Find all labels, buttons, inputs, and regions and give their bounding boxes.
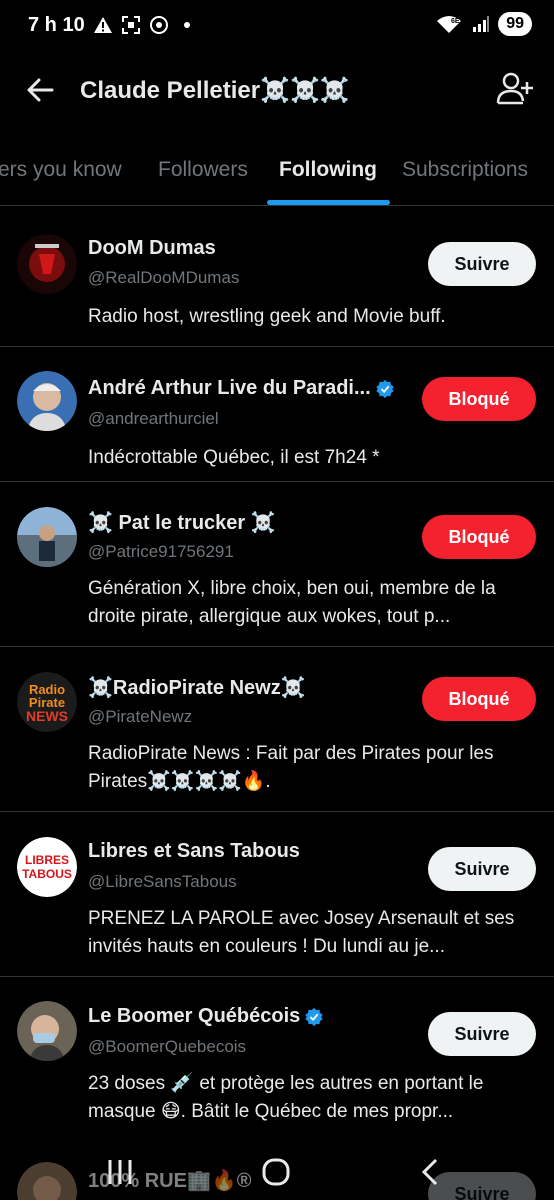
- back-nav-icon[interactable]: [412, 1152, 452, 1192]
- follow-button[interactable]: Suivre: [428, 847, 536, 891]
- account-handle[interactable]: @andrearthurciel: [88, 409, 219, 429]
- dot-icon: [176, 14, 198, 36]
- tab-following[interactable]: Following: [279, 158, 377, 182]
- list-item[interactable]: Radio Pirate NEWS ☠️RadioPirate Newz☠️ @Pi…: [0, 647, 554, 812]
- tab-followers-you-know[interactable]: ers you know: [0, 158, 122, 182]
- svg-text:LIBRES: LIBRES: [25, 853, 69, 867]
- account-bio: Radio host, wrestling geek and Movie buf…: [88, 306, 446, 327]
- account-bio: Génération X, libre choix, ben oui, memb…: [88, 578, 496, 627]
- account-bio: Indécrottable Québec, il est 7h24 *: [88, 447, 380, 468]
- list-item[interactable]: Le Boomer Québécois @BoomerQuebecois 23 …: [0, 977, 554, 1142]
- account-name[interactable]: ☠️RadioPirate Newz☠️: [88, 675, 306, 700]
- tab-followers[interactable]: Followers: [158, 158, 248, 182]
- back-arrow-icon[interactable]: [22, 72, 58, 108]
- account-bio: RadioPirate News : Fait par des Pirates …: [88, 743, 494, 792]
- list-item[interactable]: DooM Dumas @RealDooMDumas Radio host, wr…: [0, 207, 554, 347]
- avatar[interactable]: [17, 1001, 77, 1061]
- avatar[interactable]: [17, 371, 77, 431]
- svg-text:NEWS: NEWS: [26, 708, 68, 724]
- status-time: 7 h 10: [28, 14, 85, 36]
- status-system-icons: 6E 99: [434, 12, 532, 36]
- active-tab-indicator: [267, 200, 390, 205]
- account-handle[interactable]: @LibreSansTabous: [88, 872, 237, 892]
- blocked-button[interactable]: Bloqué: [422, 677, 536, 721]
- account-name[interactable]: ☠️ Pat le trucker ☠️: [88, 510, 276, 535]
- account-handle[interactable]: @RealDooMDumas: [88, 268, 239, 288]
- warning-icon: [92, 14, 114, 36]
- account-bio: PRENEZ LA PAROLE avec Josey Arsenault et…: [88, 908, 515, 957]
- signal-icon: [470, 13, 492, 35]
- account-handle[interactable]: @BoomerQuebecois: [88, 1037, 246, 1057]
- avatar[interactable]: [17, 234, 77, 294]
- account-bio: 23 doses 💉 et protège les autres en port…: [88, 1073, 484, 1122]
- status-bar: 7 h 10 6E 99: [0, 0, 554, 52]
- verified-badge-icon: [376, 379, 394, 398]
- avatar[interactable]: [17, 507, 77, 567]
- avatar[interactable]: Radio Pirate NEWS: [17, 672, 77, 732]
- account-name[interactable]: DooM Dumas: [88, 237, 216, 260]
- account-name[interactable]: Libres et Sans Tabous: [88, 840, 300, 863]
- follow-button[interactable]: Suivre: [428, 242, 536, 286]
- status-notification-icons: [92, 14, 198, 36]
- svg-text:6E: 6E: [451, 18, 460, 25]
- system-navigation-bar: [0, 1140, 554, 1200]
- add-user-icon[interactable]: [496, 70, 534, 108]
- svg-text:TABOUS: TABOUS: [22, 867, 72, 881]
- tab-subscriptions[interactable]: Subscriptions: [402, 158, 528, 182]
- recent-apps-icon[interactable]: [100, 1152, 140, 1192]
- list-item[interactable]: André Arthur Live du Paradi... @andreart…: [0, 347, 554, 482]
- follow-tabs: ers you know Followers Following Subscri…: [0, 140, 554, 206]
- following-list: DooM Dumas @RealDooMDumas Radio host, wr…: [0, 207, 554, 1142]
- list-item[interactable]: ☠️ Pat le trucker ☠️ @Patrice91756291 Gé…: [0, 482, 554, 647]
- blocked-button[interactable]: Bloqué: [422, 377, 536, 421]
- battery-indicator: 99: [498, 12, 532, 36]
- follow-button[interactable]: Suivre: [428, 1012, 536, 1056]
- avatar[interactable]: LIBRES TABOUS: [17, 837, 77, 897]
- account-handle[interactable]: @Patrice91756291: [88, 542, 234, 562]
- screenshot-icon: [120, 14, 142, 36]
- list-item[interactable]: LIBRES TABOUS Libres et Sans Tabous @Libr…: [0, 812, 554, 977]
- chrome-icon: [148, 14, 170, 36]
- page-title: Claude Pelletier☠️☠️☠️: [80, 77, 350, 104]
- account-name[interactable]: André Arthur Live du Paradi...: [88, 377, 395, 400]
- blocked-button[interactable]: Bloqué: [422, 515, 536, 559]
- home-icon[interactable]: [256, 1152, 296, 1192]
- account-handle[interactable]: @PirateNewz: [88, 707, 192, 727]
- verified-badge-icon: [305, 1007, 323, 1026]
- account-name[interactable]: Le Boomer Québécois: [88, 1005, 324, 1028]
- top-app-bar: Claude Pelletier☠️☠️☠️: [0, 52, 554, 128]
- wifi-icon: 6E: [434, 13, 464, 35]
